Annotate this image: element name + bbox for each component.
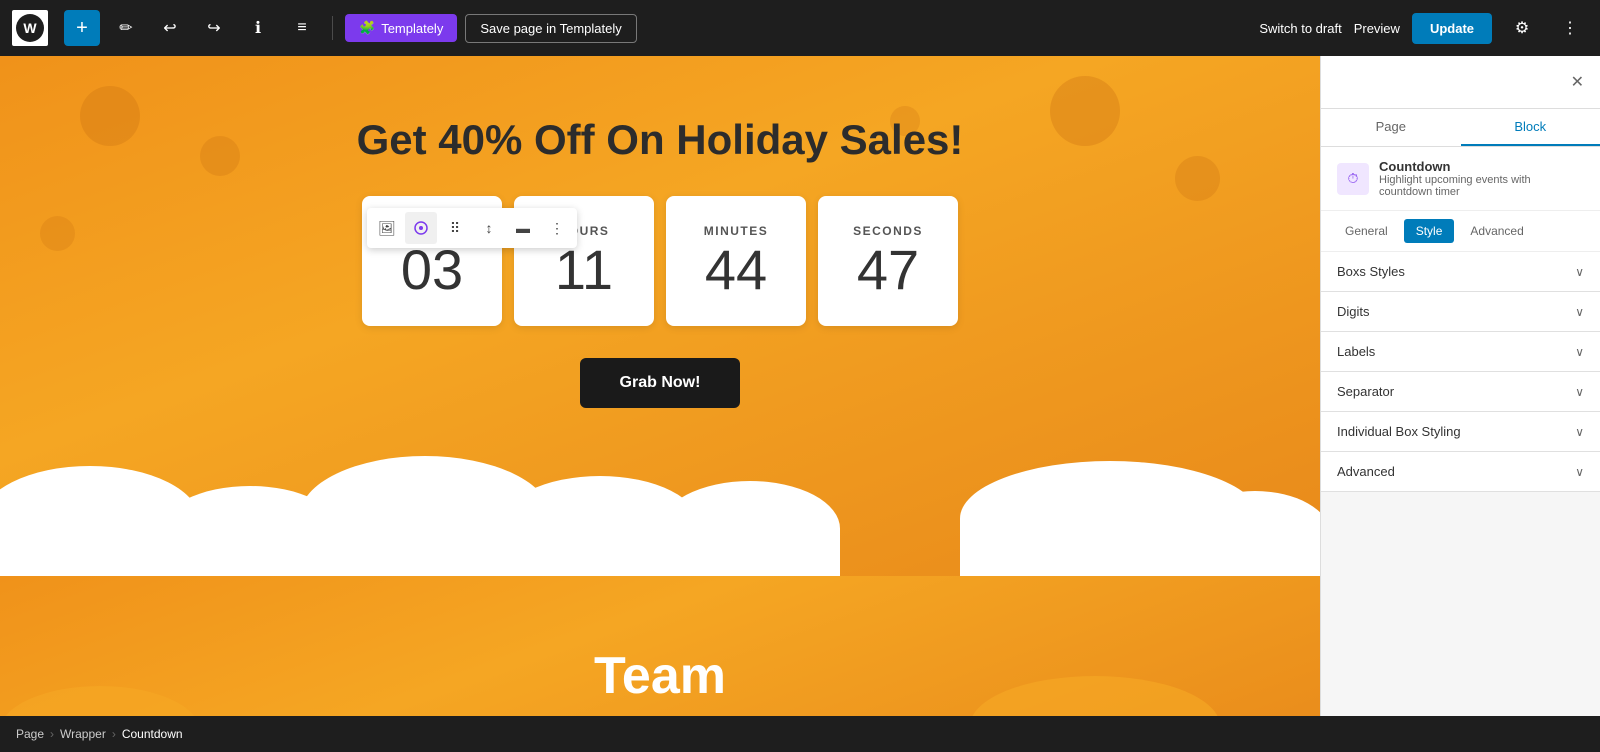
seconds-label: SECONDS: [853, 224, 923, 238]
accordion-labels: Labels ∨: [1321, 332, 1600, 372]
undo-button[interactable]: ↩: [152, 10, 188, 46]
accordion-digits-header[interactable]: Digits ∨: [1321, 292, 1600, 331]
accordion-separator-label: Separator: [1337, 384, 1394, 399]
cloud-5: [660, 481, 840, 576]
block-toolbar-drag-button[interactable]: ⠿: [439, 212, 471, 244]
breadcrumb-countdown: Countdown: [122, 727, 183, 741]
toolbar-divider: [332, 16, 333, 40]
list-view-button[interactable]: ≡: [284, 10, 320, 46]
accordion-digits-label: Digits: [1337, 304, 1370, 319]
deco-circle-4: [1175, 156, 1220, 201]
style-tabs: General Style Advanced: [1321, 211, 1600, 252]
accordion-advanced-label: Advanced: [1337, 464, 1395, 479]
add-block-button[interactable]: +: [64, 10, 100, 46]
wordpress-logo[interactable]: W: [12, 10, 48, 46]
toolbar-right: Switch to draft Preview Update ⚙ ⋮: [1259, 10, 1588, 46]
templately-button[interactable]: 🧩 Templately: [345, 14, 457, 42]
block-info-title: Countdown: [1379, 159, 1584, 174]
hours-value: 11: [555, 242, 613, 298]
accordion-individual-box-styling-label: Individual Box Styling: [1337, 424, 1461, 439]
page-content: 🖼 ⠿ ↕ ▬ ⋮ Get 40% Off On Holiday Sales!: [0, 56, 1320, 716]
canvas-area: 🖼 ⠿ ↕ ▬ ⋮ Get 40% Off On Holiday Sales!: [0, 56, 1320, 716]
accordion-advanced: Advanced ∨: [1321, 452, 1600, 492]
bottom-clouds: [0, 446, 1320, 576]
breadcrumb-sep-1: ›: [50, 727, 54, 741]
accordion-digits-chevron: ∨: [1575, 305, 1584, 319]
tab-page[interactable]: Page: [1321, 109, 1461, 146]
deco-circle-5: [40, 216, 75, 251]
panel-body: Boxs Styles ∨ Digits ∨ Labels ∨ Separato…: [1321, 252, 1600, 716]
redo-button[interactable]: ↪: [196, 10, 232, 46]
accordion-individual-box-styling: Individual Box Styling ∨: [1321, 412, 1600, 452]
accordion-digits: Digits ∨: [1321, 292, 1600, 332]
templately-icon: 🧩: [359, 20, 375, 36]
switch-draft-button[interactable]: Switch to draft: [1259, 21, 1341, 36]
block-toolbar-parent-button[interactable]: 🖼: [371, 212, 403, 244]
accordion-labels-header[interactable]: Labels ∨: [1321, 332, 1600, 371]
block-toolbar-more-button[interactable]: ⋮: [541, 212, 573, 244]
hero-title: Get 40% Off On Holiday Sales!: [357, 116, 964, 164]
seconds-value: 47: [857, 242, 919, 298]
deco-circle-2: [200, 136, 240, 176]
tab-general[interactable]: General: [1333, 219, 1400, 243]
block-toolbar: 🖼 ⠿ ↕ ▬ ⋮: [367, 208, 577, 248]
accordion-box-styles-chevron: ∨: [1575, 265, 1584, 279]
team-cloud-2: [970, 676, 1220, 716]
days-value: 03: [401, 242, 463, 298]
accordion-box-styles-label: Boxs Styles: [1337, 264, 1405, 279]
preview-button[interactable]: Preview: [1354, 21, 1400, 36]
tab-block[interactable]: Block: [1461, 109, 1600, 146]
breadcrumb-page[interactable]: Page: [16, 727, 44, 741]
countdown-box-minutes: MINUTES 44: [666, 196, 806, 326]
accordion-separator-chevron: ∨: [1575, 385, 1584, 399]
minutes-label: MINUTES: [704, 224, 769, 238]
update-button[interactable]: Update: [1412, 13, 1492, 44]
accordion-advanced-header[interactable]: Advanced ∨: [1321, 452, 1600, 491]
block-info-description: Highlight upcoming events with countdown…: [1379, 174, 1584, 198]
accordion-separator-header[interactable]: Separator ∨: [1321, 372, 1600, 411]
block-toolbar-move-button[interactable]: ↕: [473, 212, 505, 244]
accordion-labels-chevron: ∨: [1575, 345, 1584, 359]
settings-button[interactable]: ⚙: [1504, 10, 1540, 46]
accordion-advanced-chevron: ∨: [1575, 465, 1584, 479]
block-type-icon: ⏱: [1337, 163, 1369, 195]
tab-advanced[interactable]: Advanced: [1458, 219, 1535, 243]
accordion-labels-label: Labels: [1337, 344, 1375, 359]
breadcrumb-bar: Page › Wrapper › Countdown: [0, 716, 1600, 752]
team-section: Team: [0, 576, 1320, 716]
block-toolbar-align-button[interactable]: ▬: [507, 212, 539, 244]
more-options-button[interactable]: ⋮: [1552, 10, 1588, 46]
countdown-box-seconds: SECONDS 47: [818, 196, 958, 326]
panel-tabs: Page Block: [1321, 109, 1600, 147]
accordion-box-styles: Boxs Styles ∨: [1321, 252, 1600, 292]
wp-logo-inner: W: [16, 14, 44, 42]
team-title: Team: [594, 646, 726, 706]
accordion-box-styles-header[interactable]: Boxs Styles ∨: [1321, 252, 1600, 291]
panel-close-button[interactable]: ✕: [1571, 72, 1584, 92]
minutes-value: 44: [705, 242, 767, 298]
tab-style[interactable]: Style: [1404, 219, 1455, 243]
cloud-7: [1180, 491, 1320, 576]
grab-now-button[interactable]: Grab Now!: [580, 358, 741, 408]
deco-circle-3: [1050, 76, 1120, 146]
right-panel: ✕ Page Block ⏱ Countdown Highlight upcom…: [1320, 56, 1600, 716]
accordion-individual-box-styling-header[interactable]: Individual Box Styling ∨: [1321, 412, 1600, 451]
block-info-text: Countdown Highlight upcoming events with…: [1379, 159, 1584, 198]
block-toolbar-select-button[interactable]: [405, 212, 437, 244]
team-cloud-1: [0, 686, 200, 716]
breadcrumb-wrapper[interactable]: Wrapper: [60, 727, 106, 741]
deco-circle-1: [80, 86, 140, 146]
accordion-separator: Separator ∨: [1321, 372, 1600, 412]
info-button[interactable]: ℹ: [240, 10, 276, 46]
block-info: ⏱ Countdown Highlight upcoming events wi…: [1321, 147, 1600, 211]
accordion-individual-box-styling-chevron: ∨: [1575, 425, 1584, 439]
main-area: 🖼 ⠿ ↕ ▬ ⋮ Get 40% Off On Holiday Sales!: [0, 56, 1600, 716]
edit-button[interactable]: ✏: [108, 10, 144, 46]
top-toolbar: W + ✏ ↩ ↪ ℹ ≡ 🧩 Templately Save page in …: [0, 0, 1600, 56]
breadcrumb-sep-2: ›: [112, 727, 116, 741]
save-templately-button[interactable]: Save page in Templately: [465, 14, 636, 43]
panel-header: ✕: [1321, 56, 1600, 109]
hero-section: 🖼 ⠿ ↕ ▬ ⋮ Get 40% Off On Holiday Sales!: [0, 56, 1320, 576]
templately-label: Templately: [381, 21, 443, 36]
